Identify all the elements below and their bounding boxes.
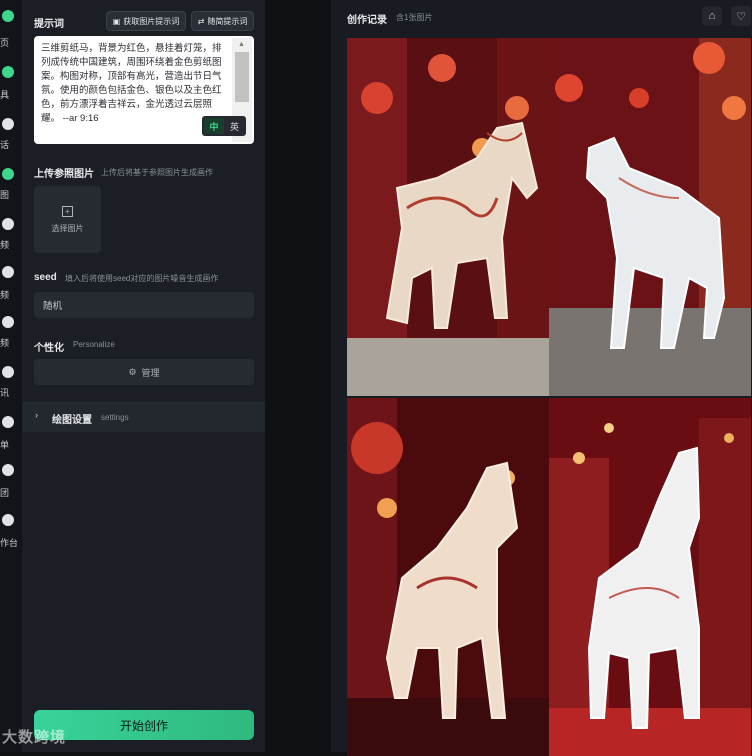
scroll-thumb[interactable] bbox=[235, 52, 249, 102]
rail-item-home[interactable]: 页 bbox=[0, 10, 22, 48]
rail-item-news[interactable]: 讯 bbox=[0, 366, 22, 402]
video-icon bbox=[2, 218, 14, 230]
team-icon bbox=[2, 464, 14, 476]
rail-item-audio[interactable]: 频 bbox=[0, 316, 22, 352]
tools-icon bbox=[2, 66, 14, 78]
news-icon bbox=[2, 366, 14, 378]
seed-label: seed bbox=[34, 272, 57, 283]
prompt-label: 提示词 bbox=[34, 19, 64, 30]
panel-gutter bbox=[265, 0, 331, 752]
rail-item-list[interactable]: 单 bbox=[0, 416, 22, 452]
folder-icon[interactable]: ⌂ bbox=[702, 6, 722, 26]
upload-label: 选择图片 bbox=[51, 224, 84, 233]
manage-button[interactable]: ⚙ 管理 bbox=[34, 359, 254, 385]
gallery-image-4[interactable] bbox=[549, 398, 751, 756]
personalize-hint: Personalize bbox=[73, 340, 115, 349]
upload-image-button[interactable]: + 选择图片 bbox=[34, 186, 101, 253]
gallery-title: 创作记录 bbox=[347, 15, 387, 26]
image-icon: ▣ bbox=[112, 16, 121, 26]
rail-item-video-edit[interactable]: 频 bbox=[0, 266, 22, 302]
seed-hint: 填入后将使用seed对应的图片噪音生成画作 bbox=[65, 274, 219, 283]
reference-hint: 上传后将基于参照图片生成画作 bbox=[101, 168, 213, 177]
gear-icon: ⚙ bbox=[128, 366, 137, 377]
reference-label: 上传参照图片 bbox=[34, 169, 94, 180]
heart-icon[interactable]: ♡ bbox=[731, 6, 751, 26]
ime-zh[interactable]: 中 bbox=[204, 118, 224, 134]
rail-item-workbench[interactable]: 作台 bbox=[0, 514, 22, 550]
image-icon bbox=[2, 168, 14, 180]
rail-item-image[interactable]: 图 bbox=[0, 168, 22, 204]
home-icon bbox=[2, 10, 14, 22]
ime-en[interactable]: 英 bbox=[230, 120, 239, 133]
settings-label: 绘图设置 bbox=[52, 415, 92, 426]
rail-item-tools[interactable]: 具 bbox=[0, 66, 22, 102]
chevron-right-icon: › bbox=[35, 410, 38, 420]
watermark-logo: 大数跨境 bbox=[2, 729, 67, 746]
rail-item-team[interactable]: 团 bbox=[0, 464, 22, 500]
left-nav-rail: 页 具 话 图 频 频 频 讯 单 团 作台 bbox=[0, 0, 22, 752]
gallery-count: 含1张图片 bbox=[396, 13, 433, 22]
video-edit-icon bbox=[2, 266, 14, 278]
gallery-image-2[interactable] bbox=[549, 38, 751, 396]
gallery-image-1[interactable] bbox=[347, 38, 549, 396]
get-image-prompt-button[interactable]: ▣ 获取图片提示词 bbox=[106, 11, 186, 31]
rail-item-chat[interactable]: 话 bbox=[0, 118, 22, 154]
ime-switch[interactable]: 中 英 bbox=[202, 116, 246, 136]
shuffle-icon: ⇄ bbox=[197, 16, 205, 26]
settings-hint: settings bbox=[101, 413, 129, 422]
plus-icon: + bbox=[62, 206, 73, 217]
start-create-button[interactable]: 开始创作 bbox=[34, 710, 254, 740]
chat-icon bbox=[2, 118, 14, 130]
seed-input[interactable]: 随机 bbox=[34, 292, 254, 318]
random-prompt-button[interactable]: ⇄ 随简提示词 bbox=[191, 11, 254, 31]
audio-icon bbox=[2, 316, 14, 328]
gallery-image-3[interactable] bbox=[347, 398, 549, 756]
personalize-label: 个性化 bbox=[34, 343, 64, 354]
rail-item-video[interactable]: 频 bbox=[0, 218, 22, 254]
drawing-settings-row[interactable]: › 绘图设置 settings bbox=[22, 402, 265, 432]
scroll-up-icon[interactable]: ▲ bbox=[238, 41, 245, 48]
list-icon bbox=[2, 416, 14, 428]
workbench-icon bbox=[2, 514, 14, 526]
